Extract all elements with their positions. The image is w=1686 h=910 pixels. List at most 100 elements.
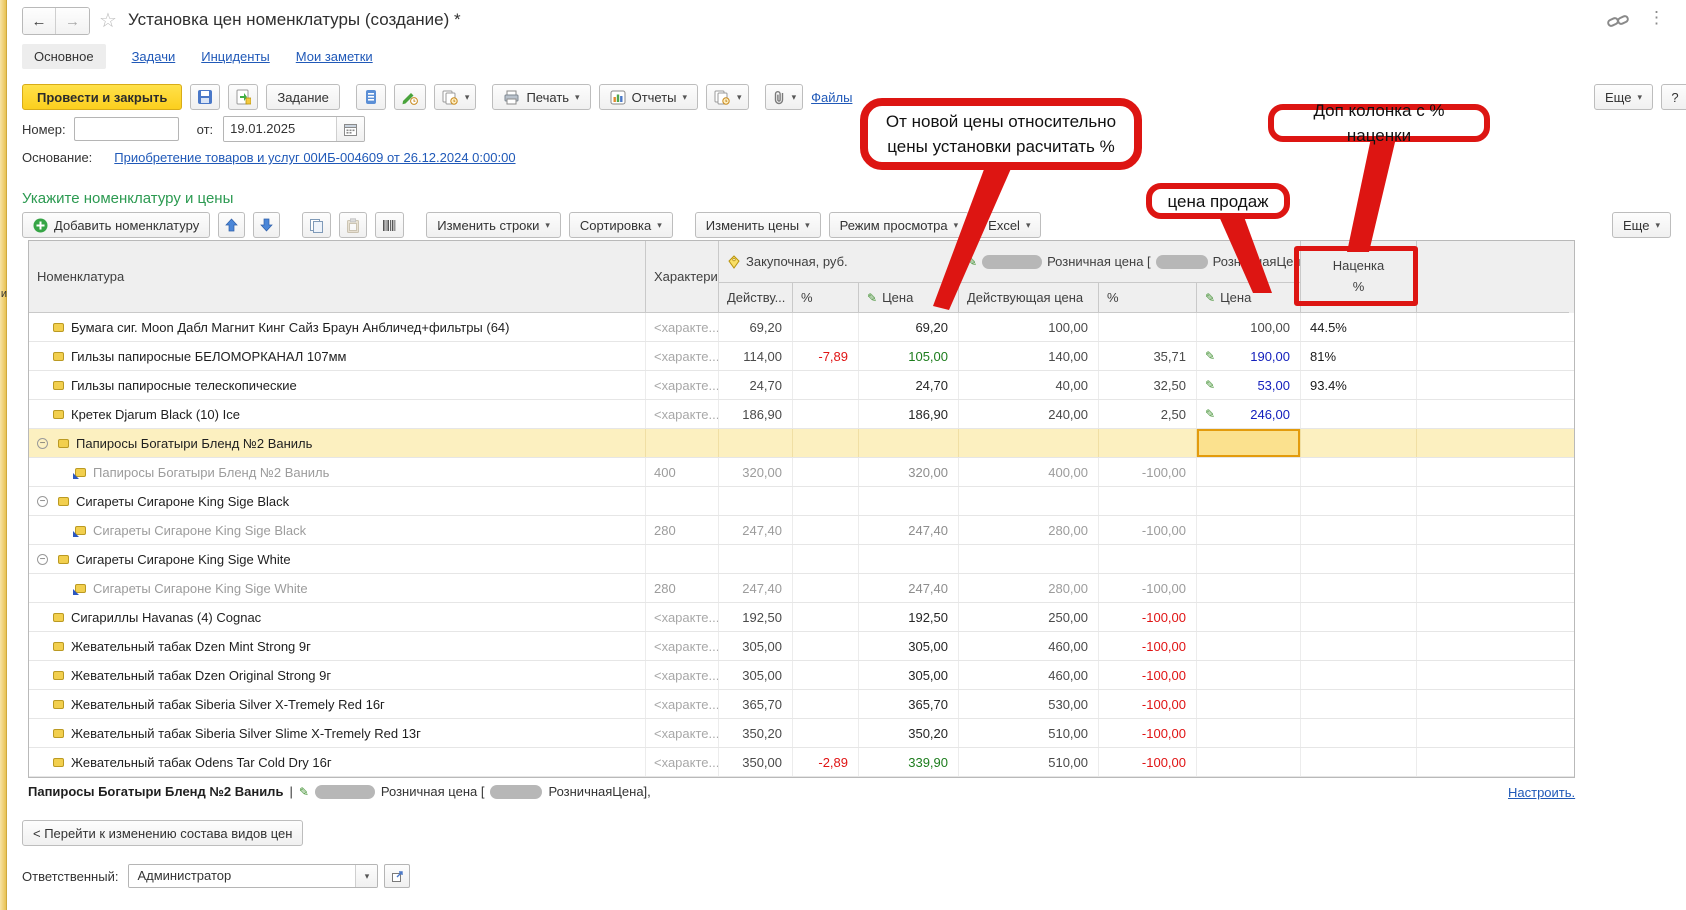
cell-retail-active[interactable]: 460,00 [959, 632, 1099, 660]
responsible-value[interactable]: Администратор [129, 865, 355, 887]
cell-retail-pct[interactable]: -100,00 [1099, 719, 1197, 747]
cell-retail-new[interactable]: ✎190,00 [1197, 342, 1301, 370]
cell-purchase-active[interactable]: 305,00 [719, 632, 793, 660]
cell-purchase-pct[interactable] [793, 429, 859, 457]
table-row[interactable]: Жевательный табак Siberia Silver Slime X… [29, 719, 1574, 748]
cell-nomenclature[interactable]: Жевательный табак Siberia Silver X-Treme… [29, 690, 646, 718]
col-characteristic[interactable]: Характеристика [646, 241, 719, 313]
forward-button[interactable]: → [56, 8, 89, 34]
cell-purchase-pct[interactable] [793, 574, 859, 602]
table-row[interactable]: Сигареты Сигароне King Sige White ✎ [29, 545, 1574, 574]
back-button[interactable]: ← [23, 8, 56, 34]
copy-rows-button[interactable] [302, 212, 331, 238]
configure-link[interactable]: Настроить. [1508, 785, 1575, 800]
cell-purchase-active[interactable] [719, 487, 793, 515]
cell-nomenclature[interactable]: Папиросы Богатыри Бленд №2 Ваниль [29, 458, 646, 486]
cell-retail-active[interactable]: 460,00 [959, 661, 1099, 689]
cell-purchase-active[interactable]: 69,20 [719, 313, 793, 341]
tab-my-notes[interactable]: Мои заметки [296, 49, 373, 64]
cell-purchase-pct[interactable] [793, 371, 859, 399]
cell-purchase-pct[interactable] [793, 690, 859, 718]
list-button[interactable] [356, 84, 386, 110]
col-purchase-pct[interactable]: % [793, 283, 859, 313]
cell-retail-new[interactable]: ✎ [1197, 603, 1301, 631]
cell-purchase-new[interactable]: 105,00 [859, 342, 959, 370]
cell-characteristic[interactable]: <характе... [646, 748, 719, 776]
cell-markup[interactable] [1301, 690, 1417, 718]
cell-retail-pct[interactable]: 35,71 [1099, 342, 1197, 370]
cell-purchase-new[interactable]: 24,70 [859, 371, 959, 399]
cell-purchase-new[interactable] [859, 429, 959, 457]
cell-retail-pct[interactable]: -100,00 [1099, 748, 1197, 776]
col-purchase-active[interactable]: Действу... [719, 283, 793, 313]
cell-retail-active[interactable]: 280,00 [959, 516, 1099, 544]
cell-retail-active[interactable] [959, 545, 1099, 573]
cell-purchase-new[interactable]: 192,50 [859, 603, 959, 631]
table-row[interactable]: Гильзы папиросные телескопические <харак… [29, 371, 1574, 400]
cell-purchase-pct[interactable]: -7,89 [793, 342, 859, 370]
move-up-button[interactable] [218, 212, 245, 238]
edit-history-button[interactable] [394, 84, 426, 110]
cell-retail-pct[interactable]: 32,50 [1099, 371, 1197, 399]
attachments-button[interactable]: ▾ [765, 84, 804, 110]
cell-characteristic[interactable]: <характе... [646, 603, 719, 631]
cell-retail-new[interactable]: ✎ [1197, 690, 1301, 718]
cell-retail-new[interactable]: ✎ [1197, 574, 1301, 602]
cell-retail-pct[interactable] [1099, 429, 1197, 457]
cell-retail-pct[interactable]: -100,00 [1099, 458, 1197, 486]
table-row[interactable]: Кретек Djarum Black (10) Ice <характе...… [29, 400, 1574, 429]
cell-retail-new[interactable]: ✎ [1197, 719, 1301, 747]
cell-markup[interactable] [1301, 661, 1417, 689]
cell-purchase-active[interactable]: 24,70 [719, 371, 793, 399]
cell-purchase-new[interactable]: 365,70 [859, 690, 959, 718]
cell-markup[interactable] [1301, 429, 1417, 457]
cell-markup[interactable]: 44.5% [1301, 313, 1417, 341]
cell-purchase-pct[interactable]: -2,89 [793, 748, 859, 776]
cell-markup[interactable]: 93.4% [1301, 371, 1417, 399]
cell-nomenclature[interactable]: Жевательный табак Dzen Mint Strong 9г [29, 632, 646, 660]
cell-purchase-pct[interactable] [793, 603, 859, 631]
combo-dropdown-button[interactable]: ▾ [355, 865, 377, 887]
cell-purchase-active[interactable]: 247,40 [719, 516, 793, 544]
calendar-button[interactable] [336, 117, 364, 141]
cell-purchase-active[interactable]: 320,00 [719, 458, 793, 486]
help-button[interactable]: ? [1661, 84, 1686, 110]
cell-characteristic[interactable]: <характе... [646, 313, 719, 341]
cell-markup[interactable] [1301, 458, 1417, 486]
cell-nomenclature[interactable]: Бумага сиг. Moon Дабл Магнит Кинг Сайз Б… [29, 313, 646, 341]
col-retail-active[interactable]: Действующая цена [959, 283, 1099, 313]
cell-retail-new[interactable]: ✎ [1197, 516, 1301, 544]
cell-markup[interactable] [1301, 400, 1417, 428]
cell-purchase-active[interactable]: 186,90 [719, 400, 793, 428]
cell-markup[interactable] [1301, 748, 1417, 776]
cell-retail-pct[interactable]: 2,50 [1099, 400, 1197, 428]
col-group-retail[interactable]: ✎ Розничная цена [ РозничнаяЦена... [959, 241, 1301, 283]
number-input[interactable] [74, 117, 179, 141]
cell-purchase-new[interactable]: 186,90 [859, 400, 959, 428]
cell-markup[interactable] [1301, 574, 1417, 602]
cell-markup[interactable] [1301, 603, 1417, 631]
barcode-button[interactable] [375, 212, 404, 238]
cell-purchase-new[interactable]: 305,00 [859, 661, 959, 689]
cell-purchase-pct[interactable] [793, 661, 859, 689]
cell-retail-pct[interactable]: -100,00 [1099, 690, 1197, 718]
tab-incidents[interactable]: Инциденты [201, 49, 270, 64]
cell-markup[interactable] [1301, 719, 1417, 747]
basis-link[interactable]: Приобретение товаров и услуг 00ИБ-004609… [114, 150, 515, 165]
cell-markup[interactable] [1301, 545, 1417, 573]
cell-retail-active[interactable]: 250,00 [959, 603, 1099, 631]
cell-purchase-new[interactable]: 339,90 [859, 748, 959, 776]
cell-retail-new[interactable]: ✎ [1197, 487, 1301, 515]
favorite-star-icon[interactable]: ☆ [99, 8, 117, 33]
date-field[interactable]: 19.01.2025 [223, 116, 365, 142]
collapse-icon[interactable] [37, 554, 48, 565]
cell-characteristic[interactable]: <характе... [646, 661, 719, 689]
files-link[interactable]: Файлы [811, 90, 852, 105]
cell-retail-active[interactable]: 530,00 [959, 690, 1099, 718]
cell-retail-active[interactable] [959, 429, 1099, 457]
cell-nomenclature[interactable]: Жевательный табак Odens Tar Cold Dry 16г [29, 748, 646, 776]
cell-retail-active[interactable]: 40,00 [959, 371, 1099, 399]
cell-purchase-active[interactable]: 114,00 [719, 342, 793, 370]
table-row[interactable]: Жевательный табак Odens Tar Cold Dry 16г… [29, 748, 1574, 777]
save-button[interactable] [190, 84, 220, 110]
